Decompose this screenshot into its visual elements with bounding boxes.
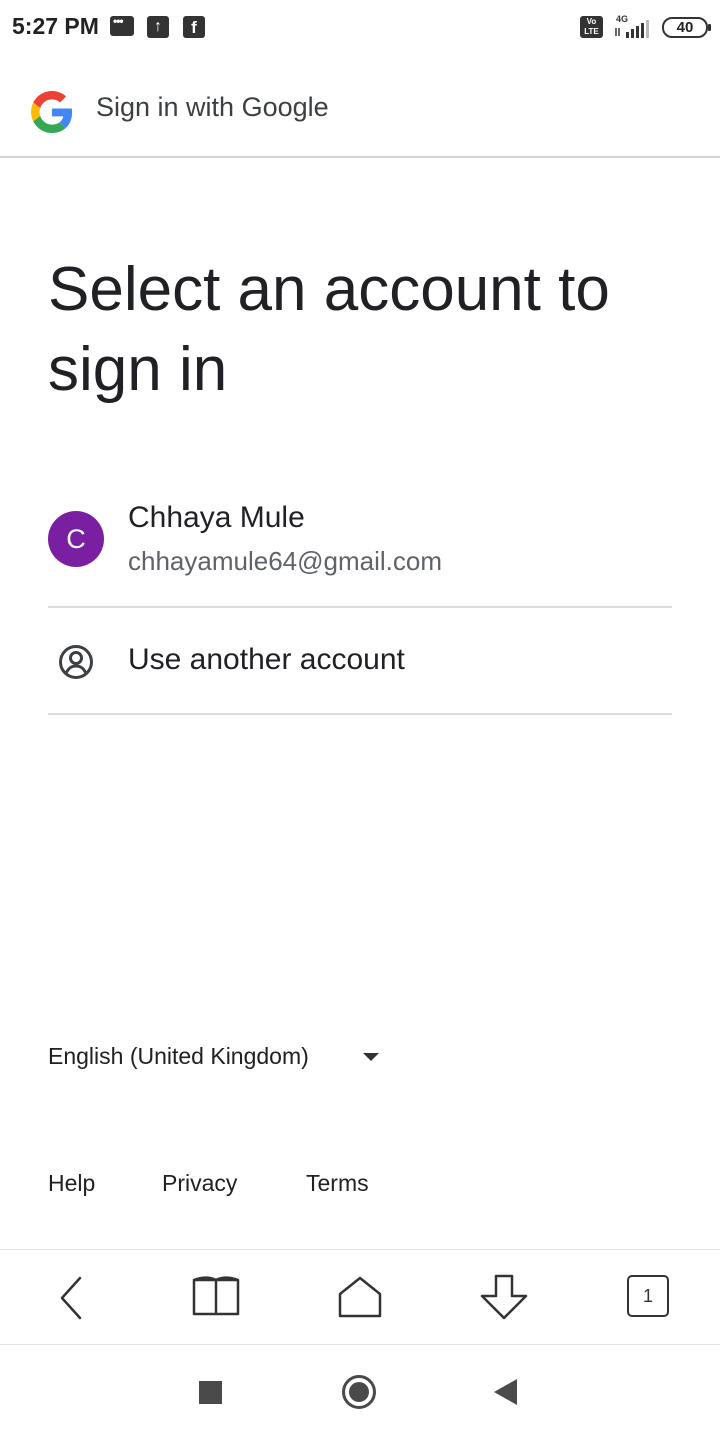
header-title: Sign in with Google	[96, 92, 329, 122]
status-bar: 5:27 PM ↑ f Vo LTE 4G 40	[0, 0, 720, 56]
help-link[interactable]: Help	[48, 1170, 95, 1197]
language-selected-value: English (United Kingdom)	[48, 1043, 309, 1069]
browser-home-button[interactable]	[332, 1272, 388, 1324]
chevron-down-icon	[363, 1053, 379, 1061]
back-icon	[60, 1276, 82, 1320]
page-title: Select an account to sign in	[48, 255, 610, 404]
back-triangle-icon[interactable]	[494, 1379, 517, 1405]
browser-back-button[interactable]	[44, 1272, 100, 1324]
use-another-account-label: Use another account	[128, 643, 405, 676]
privacy-link[interactable]: Privacy	[162, 1170, 237, 1197]
account-name: Chhaya Mule	[128, 501, 305, 534]
download-button[interactable]	[476, 1272, 532, 1324]
recent-apps-icon[interactable]	[199, 1381, 222, 1404]
download-icon	[480, 1274, 528, 1320]
google-g-logo	[31, 91, 73, 133]
network-type-label: 4G	[616, 14, 628, 24]
account-email: chhayamule64@gmail.com	[128, 546, 442, 576]
account-list-item[interactable]: C Chhaya Mule chhayamule64@gmail.com	[48, 488, 672, 608]
home-circle-icon[interactable]	[342, 1375, 376, 1409]
signal-icon: 4G	[615, 14, 649, 38]
battery-icon: 40	[662, 17, 711, 38]
app-header: Sign in with Google	[0, 56, 720, 158]
facebook-icon: f	[183, 16, 205, 38]
upload-icon: ↑	[147, 16, 169, 38]
terms-link[interactable]: Terms	[306, 1170, 369, 1197]
tabs-button[interactable]: 1	[620, 1272, 676, 1324]
system-nav-bar	[0, 1345, 720, 1440]
message-icon	[110, 14, 134, 36]
use-another-account-button[interactable]: Use another account	[48, 608, 672, 715]
browser-toolbar: 1	[0, 1249, 720, 1345]
bookmarks-icon	[192, 1276, 240, 1316]
tabs-icon: 1	[627, 1275, 669, 1317]
avatar: C	[48, 511, 104, 567]
home-icon	[338, 1276, 382, 1318]
status-time: 5:27 PM	[12, 13, 99, 39]
bookmarks-button[interactable]	[188, 1272, 244, 1324]
person-circle-icon	[59, 645, 93, 679]
volte-icon: Vo LTE	[580, 16, 603, 38]
language-select[interactable]: English (United Kingdom)	[48, 1040, 388, 1076]
